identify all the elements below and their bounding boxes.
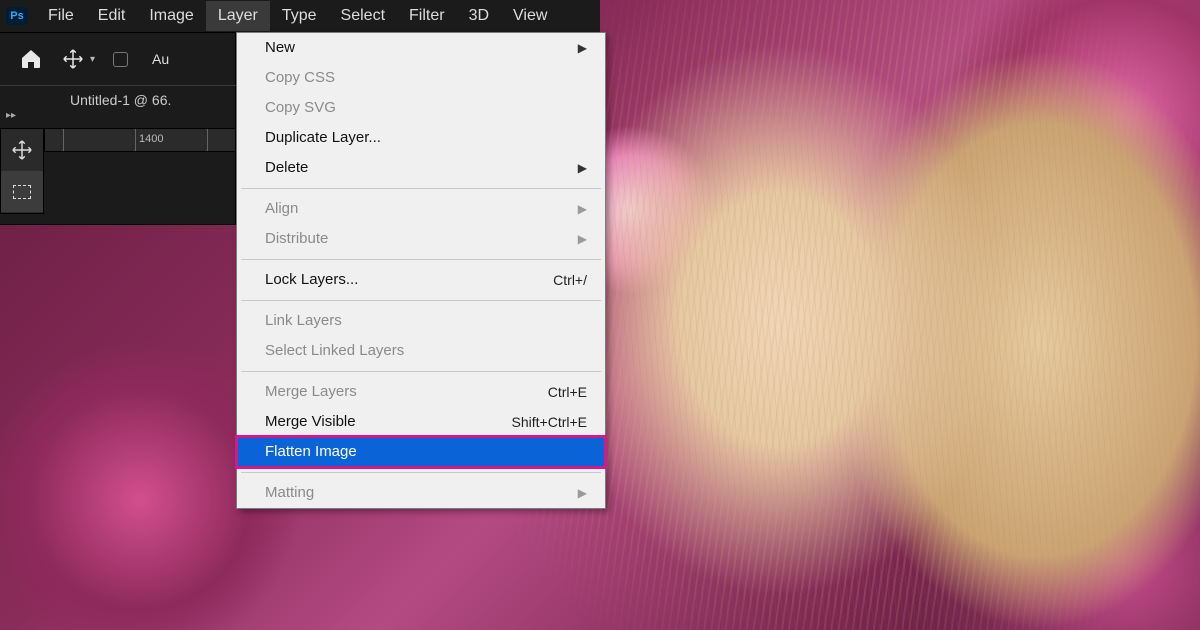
menu-item-label: Duplicate Layer... <box>265 127 381 149</box>
options-bar: ▾ Au <box>0 32 236 86</box>
menu-separator <box>241 300 601 301</box>
menu-item-select-linked-layers: Select Linked Layers <box>237 336 605 366</box>
menu-edit[interactable]: Edit <box>86 1 138 31</box>
menu-item-shortcut: Shift+Ctrl+E <box>512 411 587 433</box>
menu-item-label: Distribute <box>265 228 328 250</box>
submenu-arrow-icon: ▶ <box>578 228 587 250</box>
ruler-mark: 1400 <box>139 133 163 145</box>
menu-item-lock-layers[interactable]: Lock Layers... Ctrl+/ <box>237 265 605 295</box>
home-icon[interactable] <box>18 47 44 71</box>
menu-item-shortcut: Ctrl+/ <box>553 269 587 291</box>
menu-item-new[interactable]: New ▶ <box>237 33 605 63</box>
menu-file[interactable]: File <box>36 1 86 31</box>
menu-separator <box>241 188 601 189</box>
menu-item-label: Select Linked Layers <box>265 340 404 362</box>
menu-item-distribute: Distribute ▶ <box>237 224 605 254</box>
photoshop-ui-panel: ▾ Au Untitled-1 @ 66. ▸▸ 1400 <box>0 0 236 225</box>
menu-item-label: Delete <box>265 157 308 179</box>
menu-item-label: Copy SVG <box>265 97 336 119</box>
menu-item-shortcut: Ctrl+E <box>548 381 587 403</box>
menu-item-label: Align <box>265 198 298 220</box>
tools-panel <box>0 128 44 214</box>
menu-item-copy-css: Copy CSS <box>237 63 605 93</box>
menu-layer[interactable]: Layer <box>206 1 270 31</box>
menu-view[interactable]: View <box>501 1 559 31</box>
auto-select-label-fragment: Au <box>152 51 169 67</box>
menu-separator <box>241 371 601 372</box>
menu-item-label: Matting <box>265 482 314 504</box>
menu-type[interactable]: Type <box>270 1 329 31</box>
menu-item-label: Merge Layers <box>265 381 357 403</box>
menu-item-label: Merge Visible <box>265 411 356 433</box>
marquee-icon <box>13 185 31 199</box>
submenu-arrow-icon: ▶ <box>578 482 587 504</box>
menu-separator <box>241 259 601 260</box>
auto-select-checkbox[interactable] <box>113 52 128 67</box>
menu-item-merge-visible[interactable]: Merge Visible Shift+Ctrl+E <box>237 407 605 437</box>
submenu-arrow-icon: ▶ <box>578 157 587 179</box>
menu-item-label: Flatten Image <box>265 441 357 463</box>
menu-item-label: Link Layers <box>265 310 342 332</box>
menu-item-matting: Matting ▶ <box>237 478 605 508</box>
move-tool-icon[interactable] <box>62 48 84 70</box>
menu-item-duplicate-layer[interactable]: Duplicate Layer... <box>237 123 605 153</box>
layer-menu-dropdown: New ▶ Copy CSS Copy SVG Duplicate Layer... De… <box>236 32 606 509</box>
menu-item-link-layers: Link Layers <box>237 306 605 336</box>
menu-3d[interactable]: 3D <box>457 1 501 31</box>
horizontal-ruler: 1400 <box>44 128 236 152</box>
menu-item-delete[interactable]: Delete ▶ <box>237 153 605 183</box>
menu-item-label: New <box>265 37 295 59</box>
submenu-arrow-icon: ▶ <box>578 198 587 220</box>
menu-item-label: Lock Layers... <box>265 269 358 291</box>
menu-item-label: Copy CSS <box>265 67 335 89</box>
chevron-down-icon[interactable]: ▾ <box>90 54 95 65</box>
document-tab[interactable]: Untitled-1 @ 66. <box>70 92 171 108</box>
menu-bar: Ps File Edit Image Layer Type Select Fil… <box>0 0 600 32</box>
app-logo[interactable]: Ps <box>6 7 28 25</box>
menu-item-flatten-image[interactable]: Flatten Image <box>237 437 605 467</box>
menu-image[interactable]: Image <box>137 1 205 31</box>
menu-item-copy-svg: Copy SVG <box>237 93 605 123</box>
move-tool-button[interactable] <box>1 129 43 171</box>
menu-filter[interactable]: Filter <box>397 1 457 31</box>
menu-item-align: Align ▶ <box>237 194 605 224</box>
menu-select[interactable]: Select <box>329 1 397 31</box>
expand-panels-icon[interactable]: ▸▸ <box>6 110 16 121</box>
menu-separator <box>241 472 601 473</box>
submenu-arrow-icon: ▶ <box>578 37 587 59</box>
menu-item-merge-layers: Merge Layers Ctrl+E <box>237 377 605 407</box>
marquee-tool-button[interactable] <box>1 171 43 213</box>
